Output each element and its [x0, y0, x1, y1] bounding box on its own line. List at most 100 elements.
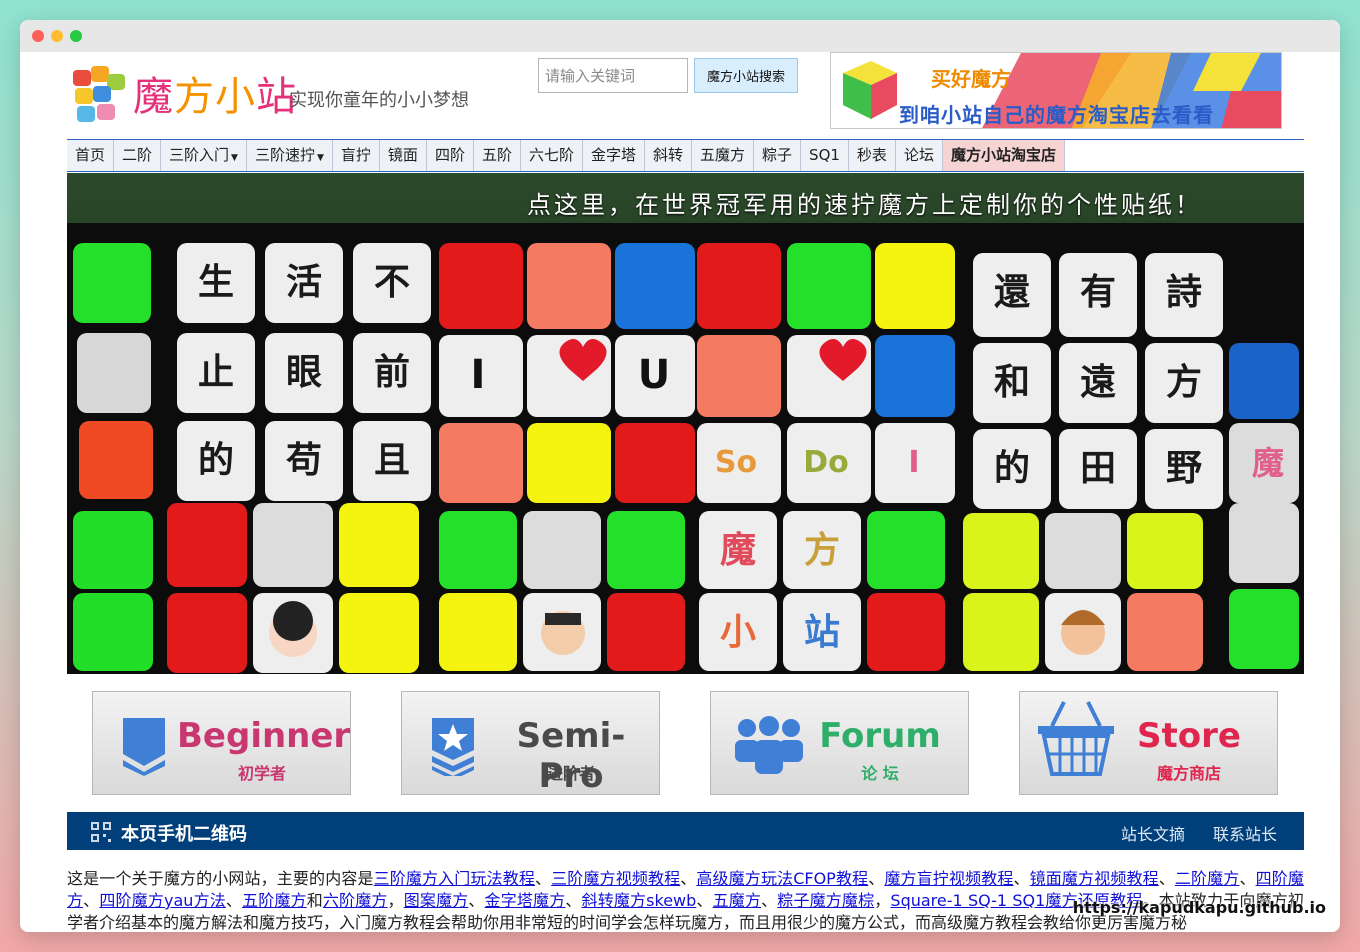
nav-item-label: 秒表 — [856, 146, 887, 164]
nav-item-label: SQ1 — [809, 146, 840, 164]
nav-item-label: 金字塔 — [590, 146, 636, 164]
tutorial-link[interactable]: 六阶魔方 — [323, 891, 388, 910]
sticker-char: 止 — [197, 352, 234, 393]
search-button[interactable]: 魔方小站搜索 — [694, 58, 798, 93]
hero-banner[interactable]: 点这里，在世界冠军用的速拧魔方上定制你的个性贴纸！ 生 活 不止 眼 前的 苟 且 I U So D… — [67, 173, 1304, 674]
webmaster-digest-link[interactable]: 站长文摘 — [1121, 821, 1185, 845]
beginner-card[interactable]: Beginner 初学者 — [92, 691, 351, 795]
ad-headline: 买好魔方 — [931, 67, 1011, 91]
tutorial-link[interactable]: 二阶魔方 — [1175, 869, 1240, 888]
logo-char: 魔 — [133, 74, 174, 120]
main-nav: 首页 二阶 三阶入门 ▼ 三阶速拧 ▼ 盲拧 镜面 四阶 五阶 六七阶 金字塔 斜转 五魔方 粽子 SQ1 秒表… — [67, 139, 1304, 172]
nav-item[interactable]: 金字塔 — [582, 140, 645, 171]
window-titlebar — [20, 20, 1340, 52]
tutorial-link[interactable]: 三阶魔方入门玩法教程 — [374, 869, 535, 888]
nav-item-label: 斜转 — [653, 146, 684, 164]
tutorial-link[interactable]: 镜面魔方视频教程 — [1030, 869, 1159, 888]
forum-card[interactable]: Forum 论 坛 — [710, 691, 969, 795]
nav-item-label: 三阶入门 — [169, 146, 230, 164]
close-window-button[interactable] — [32, 30, 44, 42]
sticker-char: 的 — [993, 448, 1030, 489]
ad-subline: 到咱小站自己的魔方淘宝店去看看 — [899, 103, 1214, 127]
intro-text: 和 — [306, 891, 323, 910]
minimize-window-button[interactable] — [51, 30, 63, 42]
tutorial-link[interactable]: 斜转魔方skewb — [582, 891, 697, 910]
sticker-char: I — [908, 445, 920, 480]
caret-down-icon: ▼ — [316, 153, 324, 163]
sticker-char: 野 — [1165, 448, 1202, 489]
sticker-char: 的 — [197, 440, 234, 481]
logo-char: 方 — [174, 74, 215, 120]
sticker-char: 站 — [803, 612, 840, 653]
sticker-char: Do — [803, 445, 849, 480]
sticker-char: 魔 — [719, 530, 756, 571]
qr-code-icon — [91, 822, 111, 842]
nav-item[interactable]: 三阶入门 ▼ — [161, 140, 247, 171]
sticker-char: 和 — [993, 362, 1030, 403]
nav-item[interactable]: 论坛 — [895, 140, 943, 171]
taobao-store-ad[interactable]: 买好魔方 到咱小站自己的魔方淘宝店去看看 — [830, 52, 1282, 129]
nav-item[interactable]: 五魔方 — [692, 140, 755, 171]
tutorial-link[interactable]: 五魔方 — [713, 891, 761, 910]
card-subtitle: 初学者 — [237, 764, 286, 783]
nav-item-label: 二阶 — [122, 146, 153, 164]
sticker-char: 眼 — [285, 352, 322, 393]
intro-text: 这是一个关于魔方的小网站，主要的内容是 — [67, 869, 374, 888]
sticker-char: U — [637, 352, 671, 398]
tutorial-link[interactable]: 魔方盲拧视频教程 — [884, 869, 1013, 888]
card-subtitle: 魔方商店 — [1156, 764, 1221, 783]
star-shield-icon — [432, 718, 474, 776]
nav-item[interactable]: 五阶 — [473, 140, 521, 171]
tutorial-link[interactable]: 高级魔方玩法CFOP教程 — [696, 869, 868, 888]
semi-pro-card[interactable]: Semi-Pro 进阶者 — [401, 691, 660, 796]
nav-item-label: 首页 — [75, 146, 106, 164]
tutorial-link[interactable]: 粽子魔方魔棕 — [777, 891, 874, 910]
watermark-url: https://kapudkapu.github.io — [1072, 898, 1326, 917]
store-card[interactable]: Store 魔方商店 — [1019, 691, 1278, 795]
sticker-char: 有 — [1079, 272, 1116, 313]
nav-item[interactable]: 盲拧 — [332, 140, 380, 171]
logo-char: 小 — [215, 74, 256, 120]
site-slogan: 实现你童年的小小梦想 — [289, 90, 469, 111]
search-form: 魔方小站搜索 — [538, 58, 798, 93]
tutorial-link[interactable]: 五阶魔方 — [242, 891, 307, 910]
sticker-char: 還 — [993, 272, 1030, 313]
sticker-char: I — [470, 352, 486, 398]
nav-item[interactable]: 秒表 — [848, 140, 896, 171]
contact-webmaster-link[interactable]: 联系站长 — [1213, 821, 1277, 845]
nav-item[interactable]: 斜转 — [645, 140, 693, 171]
nav-item[interactable]: 三阶速拧 ▼ — [246, 140, 333, 171]
nav-item-label: 魔方小站淘宝店 — [950, 146, 1056, 164]
qr-title[interactable]: 本页手机二维码 — [121, 820, 247, 846]
sticker-char: 不 — [373, 262, 410, 303]
tutorial-link[interactable]: 三阶魔方视频教程 — [551, 869, 680, 888]
nav-item[interactable]: SQ1 — [801, 140, 849, 171]
sticker-char: 活 — [285, 262, 322, 303]
sticker-char: 方 — [1165, 362, 1202, 403]
site-logo[interactable]: 魔方小站 实现你童年的小小梦想 — [69, 62, 509, 122]
nav-item[interactable]: 首页 — [67, 140, 115, 171]
maximize-window-button[interactable] — [70, 30, 82, 42]
nav-item[interactable]: 二阶 — [114, 140, 162, 171]
nav-item[interactable]: 魔方小站淘宝店 — [942, 140, 1065, 171]
sticker-char: 苟 — [285, 440, 322, 481]
nav-item[interactable]: 镜面 — [379, 140, 427, 171]
card-title: Store — [1137, 716, 1241, 756]
nav-item[interactable]: 粽子 — [754, 140, 802, 171]
sticker-char: 魔 — [1251, 444, 1284, 482]
tutorial-link[interactable]: 四阶魔方yau方法 — [99, 891, 226, 910]
nav-item[interactable]: 四阶 — [426, 140, 474, 171]
qr-code-bar: 本页手机二维码 站长文摘 联系站长 — [67, 812, 1304, 850]
card-title: Beginner — [177, 716, 351, 756]
nav-item-label: 三阶速拧 — [254, 146, 315, 164]
nav-item-label: 五阶 — [481, 146, 512, 164]
shield-icon — [123, 718, 165, 776]
browser-window: 魔方小站 实现你童年的小小梦想 魔方小站搜索 买好魔方 到咱小站自己的 — [20, 20, 1340, 932]
tutorial-link[interactable]: 金字塔魔方 — [485, 891, 566, 910]
tutorial-link[interactable]: 图案魔方 — [404, 891, 469, 910]
card-title: Semi-Pro — [516, 716, 626, 796]
search-input[interactable] — [538, 58, 688, 93]
sticker-char: 田 — [1079, 448, 1116, 489]
sticker-char: 且 — [373, 440, 410, 481]
nav-item[interactable]: 六七阶 — [520, 140, 583, 171]
